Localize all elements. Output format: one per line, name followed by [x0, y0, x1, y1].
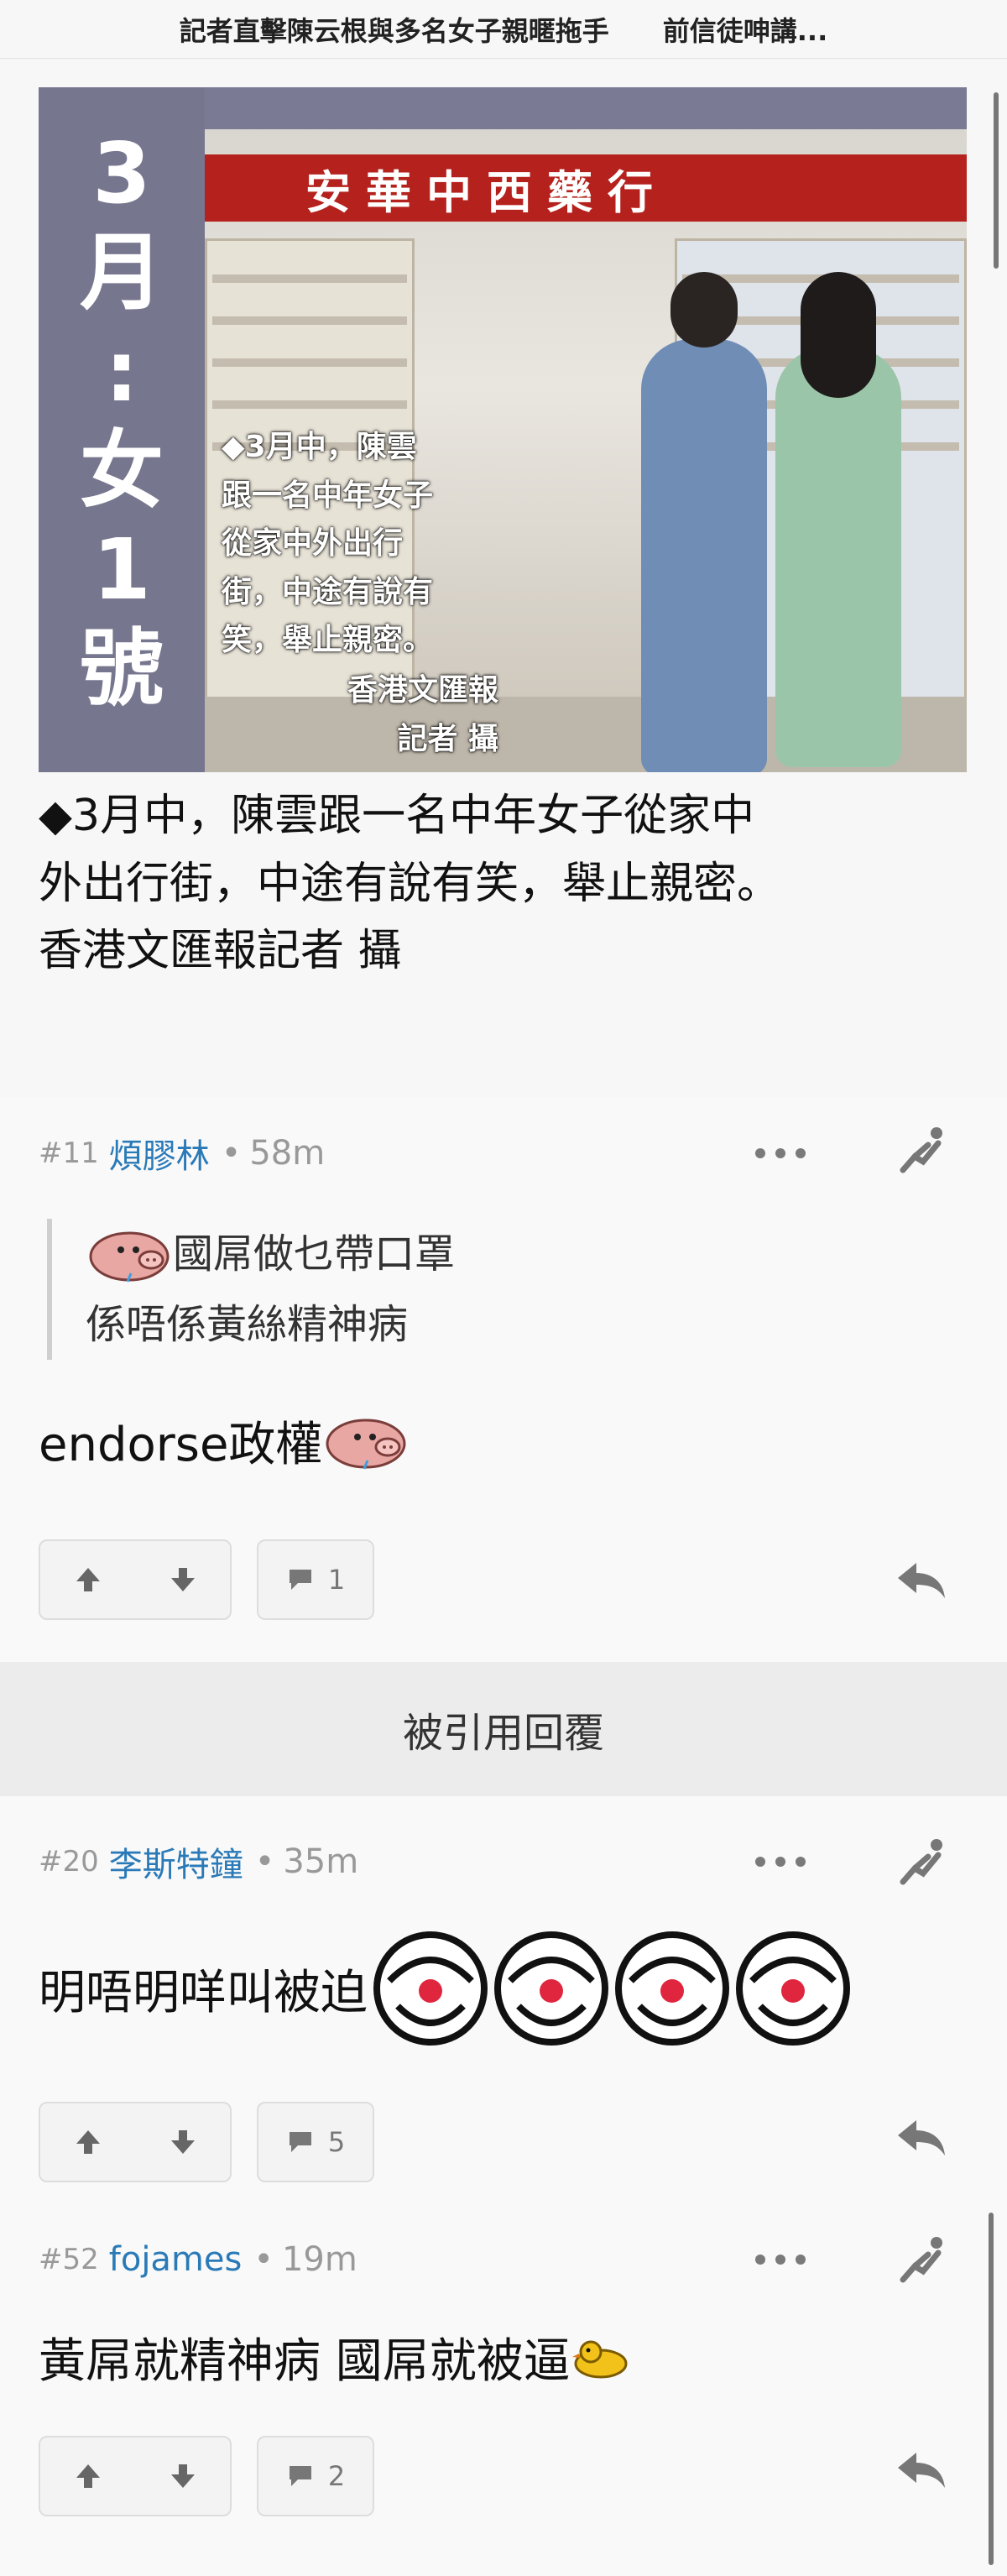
- post-header: #20 李斯特鐘 • 35m: [39, 1837, 358, 1887]
- vote-controls: [39, 2436, 232, 2516]
- quote-line-2: 係唔係黃絲精神病: [86, 1301, 409, 1348]
- person-woman: [775, 272, 901, 767]
- duck-emoji-icon: [571, 2340, 628, 2378]
- post-time: 58m: [249, 1134, 326, 1173]
- post-body: endorse政權: [39, 1407, 410, 1475]
- article-caption: ◆3月中，陳雲跟一名中年女子從家中 外出行街，中途有說有笑，舉止親密。 香港文匯…: [39, 791, 781, 977]
- news-photo: 3 月 : 女 1 號 安華中西藥行 ◆3月中，陳雲 跟一名中年女子 從家中外出…: [39, 87, 967, 772]
- post-username[interactable]: 煩膠林: [109, 1129, 210, 1178]
- photo-scene: 安華中西藥行 ◆3月中，陳雲 跟一名中年女子 從家中外出行 街，中途有說有 笑，…: [205, 129, 967, 772]
- chat-bubble-icon: [289, 2466, 311, 2486]
- arrow-down-icon[interactable]: [166, 2459, 200, 2493]
- post-time: 19m: [281, 2240, 357, 2279]
- photo-overlay-credit: 香港文匯報 記者 攝: [347, 673, 498, 756]
- arrow-up-icon[interactable]: [71, 2125, 105, 2159]
- quoted-replies-bar[interactable]: 被引用回覆: [0, 1662, 1007, 1796]
- post-username[interactable]: 李斯特鐘: [109, 1837, 243, 1886]
- post-number: #20: [39, 1845, 99, 1878]
- reply-arrow-icon[interactable]: [895, 2449, 948, 2491]
- jump-icon[interactable]: [895, 1835, 948, 1889]
- post-52: #52 fojames • 19m 黃屌就精神病 國屌就被逼 2: [0, 2214, 1007, 2576]
- vote-controls: [39, 2102, 232, 2182]
- post-body: 黃屌就精神病 國屌就被逼: [39, 2323, 629, 2391]
- comments-button[interactable]: 5: [257, 2102, 374, 2182]
- post-20: #20 李斯特鐘 • 35m 明唔明咩叫被迫 5: [0, 1796, 1007, 2214]
- comments-button[interactable]: 1: [257, 1539, 374, 1620]
- chat-bubble-icon: [289, 2132, 311, 2152]
- person-man: [641, 272, 767, 772]
- clown-emoji-icon: [615, 1931, 729, 2046]
- post-number: #52: [39, 2243, 99, 2276]
- more-dots-icon[interactable]: [755, 2255, 806, 2266]
- pig-emoji-icon: [86, 1225, 173, 1283]
- reply-arrow-icon[interactable]: [895, 1560, 948, 1602]
- post-header: #11 煩膠林 • 58m: [39, 1128, 325, 1178]
- post-number: #11: [39, 1136, 99, 1170]
- scrollbar-thumb-top[interactable]: [994, 92, 999, 269]
- quote-line-1: 國屌做乜帶口罩: [173, 1231, 456, 1278]
- reply-count: 2: [327, 2460, 346, 2492]
- photo-side-label: 3 月 : 女 1 號: [39, 87, 205, 772]
- post-time: 35m: [283, 1842, 359, 1881]
- clown-emoji-icon: [373, 1931, 488, 2046]
- arrow-up-icon[interactable]: [71, 1563, 105, 1596]
- thread-title-next[interactable]: 前信徒呻講...: [663, 10, 827, 49]
- quoted-post: 國屌做乜帶口罩 係唔係黃絲精神病: [47, 1219, 455, 1360]
- pig-emoji-icon: [322, 1412, 410, 1471]
- post-header: #52 fojames • 19m: [39, 2240, 357, 2279]
- chat-bubble-icon: [289, 1570, 311, 1590]
- more-dots-icon[interactable]: [755, 1857, 806, 1868]
- arrow-down-icon[interactable]: [166, 1563, 200, 1596]
- reply-count: 5: [327, 2126, 346, 2158]
- reply-arrow-icon[interactable]: [895, 2117, 948, 2159]
- thread-title[interactable]: 記者直擊陳云根與多名女子親暱拖手: [180, 10, 609, 49]
- photo-overlay-caption: ◆3月中，陳雲 跟一名中年女子 從家中外出行 街，中途有說有 笑，舉止親密。: [222, 430, 434, 658]
- post-body: 明唔明咩叫被迫: [39, 1931, 851, 2046]
- post-username[interactable]: fojames: [109, 2240, 243, 2279]
- clown-emoji-icon: [736, 1931, 850, 2046]
- scrollbar-thumb[interactable]: [989, 2213, 994, 2565]
- more-dots-icon[interactable]: [755, 1148, 806, 1160]
- shop-sign: 安華中西藥行: [205, 154, 967, 222]
- vote-controls: [39, 1539, 232, 1620]
- comments-button[interactable]: 2: [257, 2436, 374, 2516]
- arrow-down-icon[interactable]: [166, 2125, 200, 2159]
- post-11: #11 煩膠林 • 58m 國屌做乜帶口罩 係唔係黃絲精神病 endorse政權…: [0, 1098, 1007, 1662]
- arrow-up-icon[interactable]: [71, 2459, 105, 2493]
- reply-count: 1: [327, 1564, 346, 1596]
- clown-emoji-icon: [494, 1931, 608, 2046]
- thread-header: 記者直擊陳云根與多名女子親暱拖手 前信徒呻講...: [0, 0, 1007, 59]
- jump-icon[interactable]: [895, 1123, 948, 1177]
- jump-icon[interactable]: [895, 2233, 948, 2286]
